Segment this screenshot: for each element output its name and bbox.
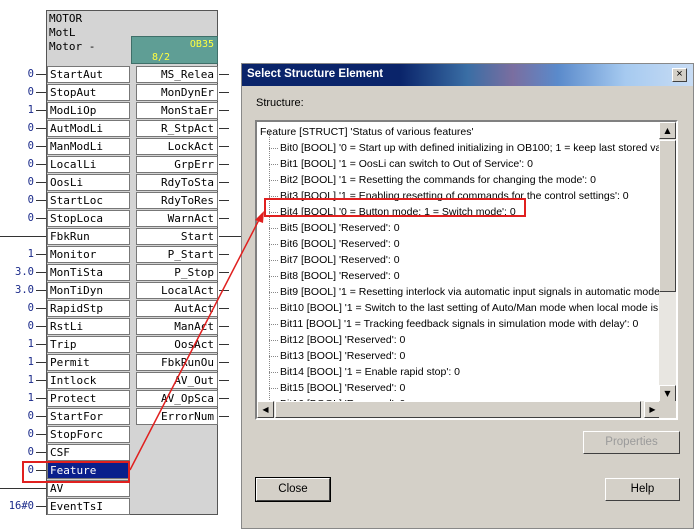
arrowhead-icon xyxy=(255,211,264,223)
annotation-arrow xyxy=(129,211,264,471)
arrow-line xyxy=(129,213,263,471)
